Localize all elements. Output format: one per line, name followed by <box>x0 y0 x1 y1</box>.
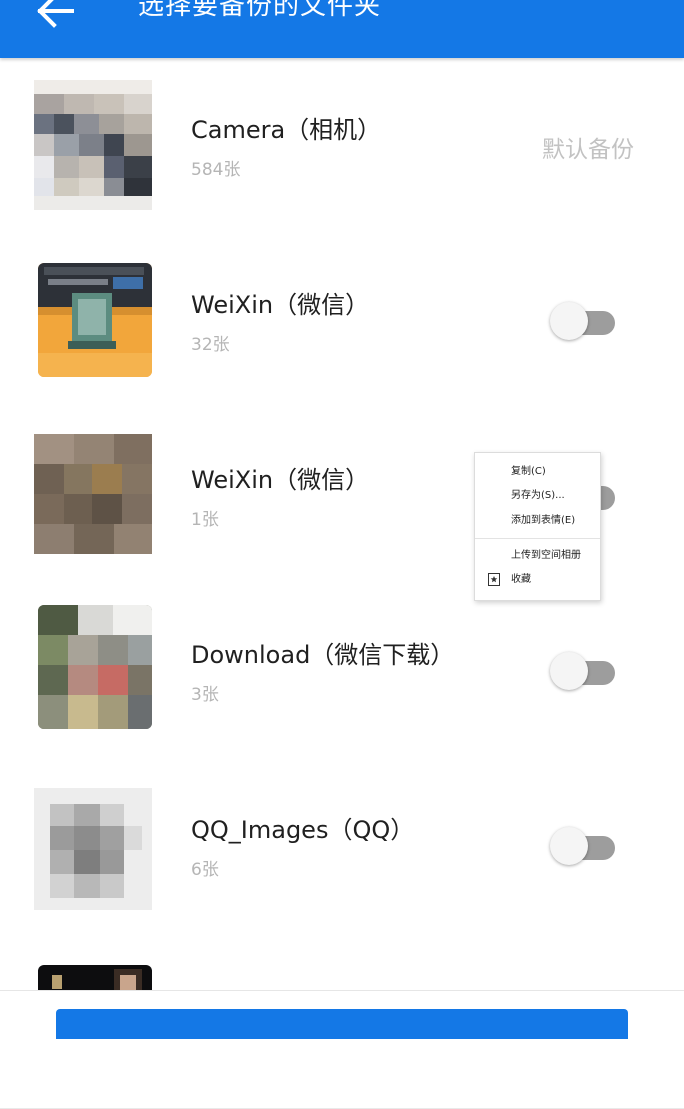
folder-thumbnail <box>38 605 152 729</box>
menu-item-favorite[interactable]: 收藏 <box>511 572 531 588</box>
backup-action-button[interactable] <box>56 1009 628 1039</box>
folder-thumbnail <box>34 80 152 210</box>
folder-thumbnail <box>34 434 152 554</box>
folder-name: Download（微信下载） <box>191 641 455 669</box>
folder-count: 32张 <box>191 335 230 355</box>
menu-item-upload-album[interactable]: 上传到空间相册 <box>511 548 581 564</box>
bottom-bar <box>0 990 684 1039</box>
folder-name: WeiXin（微信） <box>191 291 370 319</box>
folder-count: 3张 <box>191 685 219 705</box>
arrow-left-icon[interactable] <box>36 0 76 28</box>
backup-toggle[interactable] <box>550 652 616 692</box>
toggle-knob <box>550 827 588 865</box>
folder-count: 584张 <box>191 160 241 180</box>
bookmark-icon <box>488 573 500 586</box>
folder-count: 1张 <box>191 510 219 530</box>
page-title: 选择要备份的文件夹 <box>138 0 382 21</box>
menu-item-save-as[interactable]: 另存为(S)... <box>511 488 565 504</box>
backup-toggle[interactable] <box>550 302 616 342</box>
folder-row-camera[interactable]: Camera（相机） 584张 默认备份 <box>0 58 684 234</box>
folder-name: WeiXin（微信） <box>191 466 370 494</box>
folder-name: Camera（相机） <box>191 116 382 144</box>
folder-count: 6张 <box>191 860 219 880</box>
folder-thumbnail <box>38 263 152 377</box>
menu-item-add-to-emoji[interactable]: 添加到表情(E) <box>511 513 575 529</box>
folder-row-qq-images[interactable]: QQ_Images（QQ） 6张 <box>0 758 684 934</box>
folder-row-download[interactable]: Download（微信下载） 3张 <box>0 583 684 759</box>
default-backup-label: 默认备份 <box>542 137 634 163</box>
app-header: 选择要备份的文件夹 <box>0 0 684 58</box>
menu-divider <box>475 538 600 539</box>
toggle-knob <box>550 652 588 690</box>
context-menu: 复制(C) 另存为(S)... 添加到表情(E) 上传到空间相册 收藏 <box>474 452 601 601</box>
toggle-knob <box>550 302 588 340</box>
folder-row-weixin[interactable]: WeiXin（微信） 32张 <box>0 233 684 409</box>
backup-toggle[interactable] <box>550 827 616 867</box>
folder-name: QQ_Images（QQ） <box>191 816 415 844</box>
menu-item-copy[interactable]: 复制(C) <box>511 464 546 480</box>
folder-thumbnail <box>34 788 152 910</box>
